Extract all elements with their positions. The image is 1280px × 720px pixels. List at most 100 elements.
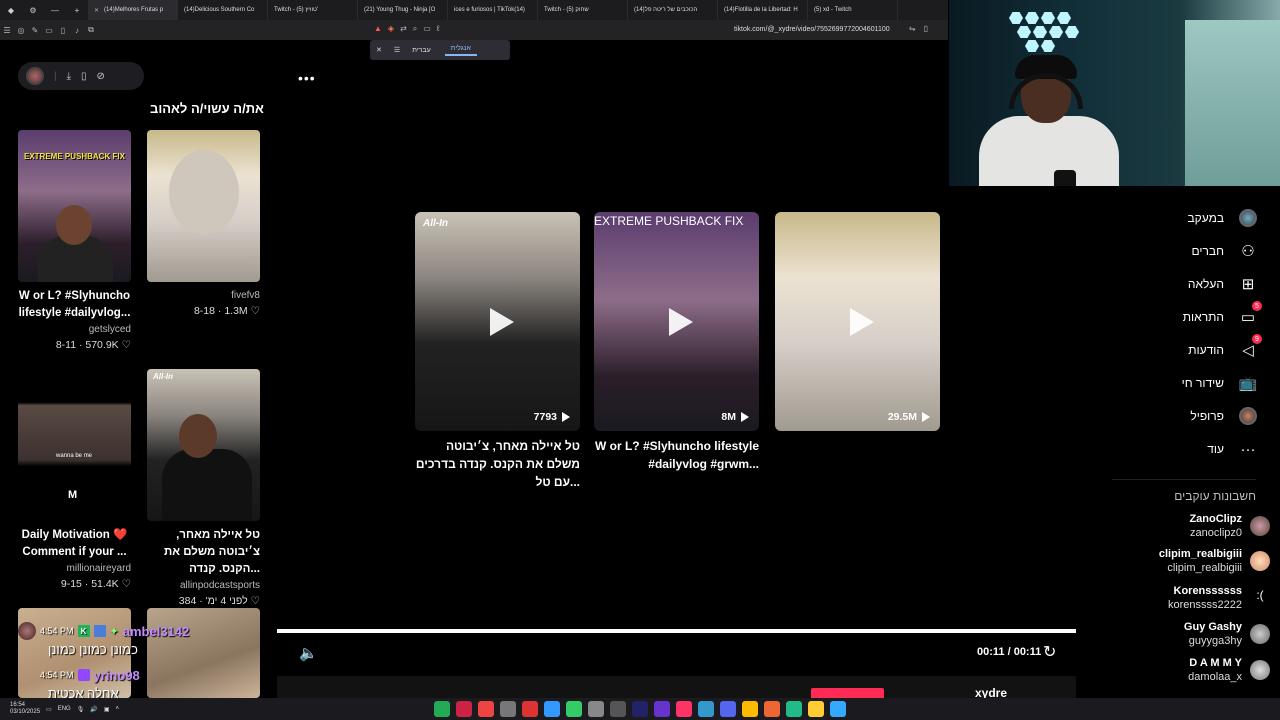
bookmark-icon[interactable]: ▭ <box>42 26 56 35</box>
compass-icon[interactable]: ⊘ <box>97 71 105 82</box>
browser-tab[interactable]: Twitch - (5) שחוק <box>538 0 628 20</box>
app-icon[interactable] <box>544 701 560 717</box>
nav-item-more[interactable]: עוד ··· <box>1207 439 1258 459</box>
address-bar[interactable]: tiktok.com/@_xydre/video/755269977200460… <box>734 26 890 33</box>
card-author[interactable]: millionaireyard <box>18 563 131 574</box>
display-icon[interactable]: ▭ <box>46 706 52 713</box>
app-icon[interactable] <box>742 701 758 717</box>
browser-tab[interactable]: (14)הכוכבים של ריטה פל <box>628 0 718 20</box>
video-title[interactable]: W or L? #Slyhuncho lifestyle #dailyvlog … <box>594 437 759 473</box>
following-account[interactable]: clipim_realbigiii clipim_realbigiii <box>1159 547 1270 575</box>
nav-item-live[interactable]: שידור חי 📺 <box>1182 373 1258 393</box>
app-icon[interactable] <box>808 701 824 717</box>
card-author[interactable]: fivefv8 <box>147 290 260 301</box>
close-tab-icon[interactable]: ✕ <box>94 7 99 14</box>
browser-tab[interactable]: (21) Young Thug - Ninja [O <box>358 0 448 20</box>
minimize-icon[interactable]: — <box>44 6 66 15</box>
clock[interactable]: 16:54 03/10/2025 <box>10 702 40 716</box>
card-author[interactable]: getslyced <box>18 324 131 335</box>
recommend-card[interactable]: All-In טל איילה מאחר, צ׳יבוטה משלם את הק… <box>147 369 260 607</box>
extensions-icon[interactable]: ⧉ <box>84 25 98 35</box>
card-title[interactable]: W or L? #Slyhuncho lifestyle #dailyvlog.… <box>18 288 131 322</box>
play-icon[interactable] <box>668 307 693 336</box>
app-icon[interactable] <box>830 701 846 717</box>
menu-icon[interactable]: ☰ <box>388 46 406 54</box>
share-icon[interactable]: ⇋ <box>909 24 916 33</box>
app-icon[interactable] <box>720 701 736 717</box>
card-author[interactable]: allinpodcastsports <box>147 580 260 591</box>
more-options-icon[interactable]: ••• <box>298 70 316 86</box>
app-icon[interactable] <box>566 701 582 717</box>
app-icon[interactable] <box>698 701 714 717</box>
browser-tab[interactable]: ices e furiosos | TikTok(14) <box>448 0 538 20</box>
play-icon[interactable] <box>489 307 514 336</box>
app-icon[interactable] <box>676 701 692 717</box>
play-icon[interactable] <box>849 307 874 336</box>
panel-icon[interactable]: ▯ <box>56 26 70 35</box>
video-tile[interactable]: All-In 7793 <box>415 212 580 431</box>
location-icon[interactable]: ◎ <box>14 26 28 35</box>
lang-indicator[interactable]: ENG <box>58 706 71 712</box>
new-tab-icon[interactable]: + <box>66 6 88 15</box>
avatar[interactable] <box>26 67 44 85</box>
bookmark-star-icon[interactable]: ▯ <box>924 24 928 33</box>
browser-tab[interactable]: (14)Delicious Southern Co <box>178 0 268 20</box>
video-title[interactable]: טל איילה מאחר, צ׳יבוטה משלם את הקנס. קנד… <box>415 437 580 491</box>
close-icon[interactable]: ✕ <box>370 46 388 54</box>
following-account[interactable]: Guy Gashy guyyga3hy <box>1184 620 1270 648</box>
tabs-icon[interactable]: ▭ <box>423 24 431 34</box>
video-thumbnail[interactable]: EXTREME PUSHBACK FIX <box>18 130 131 282</box>
app-icon[interactable] <box>588 701 604 717</box>
recommend-card[interactable]: wanna be me M Daily Motivation ❤️ Commen… <box>18 369 131 590</box>
app-icon[interactable] <box>654 701 670 717</box>
app-icon[interactable] <box>786 701 802 717</box>
translate-icon[interactable]: ⇄ <box>400 24 407 34</box>
app-icon[interactable] <box>522 701 538 717</box>
pen-icon[interactable]: ✎ <box>28 26 42 35</box>
browser-tab[interactable]: ✕ (14)Melhores Frutas p <box>88 0 178 20</box>
app-icon[interactable] <box>764 701 780 717</box>
replay-icon[interactable]: ↻ <box>1043 642 1056 662</box>
download-icon[interactable]: ⤓ <box>67 71 71 82</box>
card-title[interactable]: טל איילה מאחר, צ׳יבוטה משלם את הקנס. קנד… <box>147 527 260 578</box>
video-thumbnail[interactable] <box>147 130 260 282</box>
browser-tab[interactable]: (14)Flotilla de la Libertad: H <box>718 0 808 20</box>
nav-item-messages[interactable]: הודעות ◁ 9 <box>1188 334 1262 360</box>
app-icon[interactable] <box>610 701 626 717</box>
nav-item-friends[interactable]: חברים ⚇ <box>1191 241 1258 261</box>
browser-tab[interactable]: Twitch - (5) טוויץ' <box>268 0 358 20</box>
alert-icon[interactable]: ▲ <box>374 24 382 34</box>
following-account[interactable]: Korenssssss korenssss2222 :( <box>1168 584 1270 612</box>
shield-icon[interactable]: ◈ <box>388 24 394 34</box>
app-icon[interactable] <box>434 701 450 717</box>
nav-item-profile[interactable]: פרופיל <box>1190 406 1258 426</box>
following-account[interactable]: D A M M Y damolaa_x <box>1188 656 1270 684</box>
app-icon[interactable] <box>478 701 494 717</box>
video-thumbnail[interactable]: All-In <box>147 369 260 521</box>
speed-icon[interactable]: ℓ <box>437 24 440 34</box>
network-icon[interactable]: ▣ <box>104 706 110 713</box>
app-icon[interactable] <box>456 701 472 717</box>
volume-icon[interactable]: 🔈 <box>299 644 318 662</box>
phone-icon[interactable]: ▯ <box>81 71 87 82</box>
card-title[interactable]: Daily Motivation ❤️ Comment if your ... <box>18 527 131 561</box>
music-icon[interactable]: ♪ <box>70 26 84 35</box>
recommend-card[interactable]: fivefv8 8-18 · 1.3M ♡ <box>147 130 260 317</box>
volume-icon[interactable]: 🔊 <box>90 706 97 713</box>
tray-arrow-icon[interactable]: ˄ <box>116 706 120 712</box>
recommend-card[interactable]: EXTREME PUSHBACK FIX W or L? #Slyhuncho … <box>18 130 131 351</box>
translate-option[interactable]: עברית <box>406 47 437 54</box>
search-icon[interactable]: ⌕ <box>413 24 417 34</box>
browser-menu-icon[interactable]: ◆ <box>0 6 22 15</box>
video-tile[interactable]: 29.5M <box>775 212 940 431</box>
browser-tab[interactable]: (5) xd - Twitch <box>808 0 898 20</box>
mic-icon[interactable]: 🎙 <box>77 706 85 713</box>
tab-search-icon[interactable]: ⚙ <box>22 6 44 15</box>
nav-item-notifications[interactable]: התראות ▭ 5 <box>1183 301 1262 327</box>
video-tile[interactable]: EXTREME PUSHBACK FIX 8M <box>594 212 759 431</box>
video-thumbnail[interactable]: wanna be me M <box>18 369 131 521</box>
app-icon[interactable] <box>500 701 516 717</box>
sidebar-toggle-icon[interactable]: ☰ <box>0 26 14 35</box>
following-account[interactable]: ZanoClipz zanoclipz0 <box>1189 512 1270 540</box>
nav-item-following[interactable]: במעקב <box>1187 208 1258 228</box>
